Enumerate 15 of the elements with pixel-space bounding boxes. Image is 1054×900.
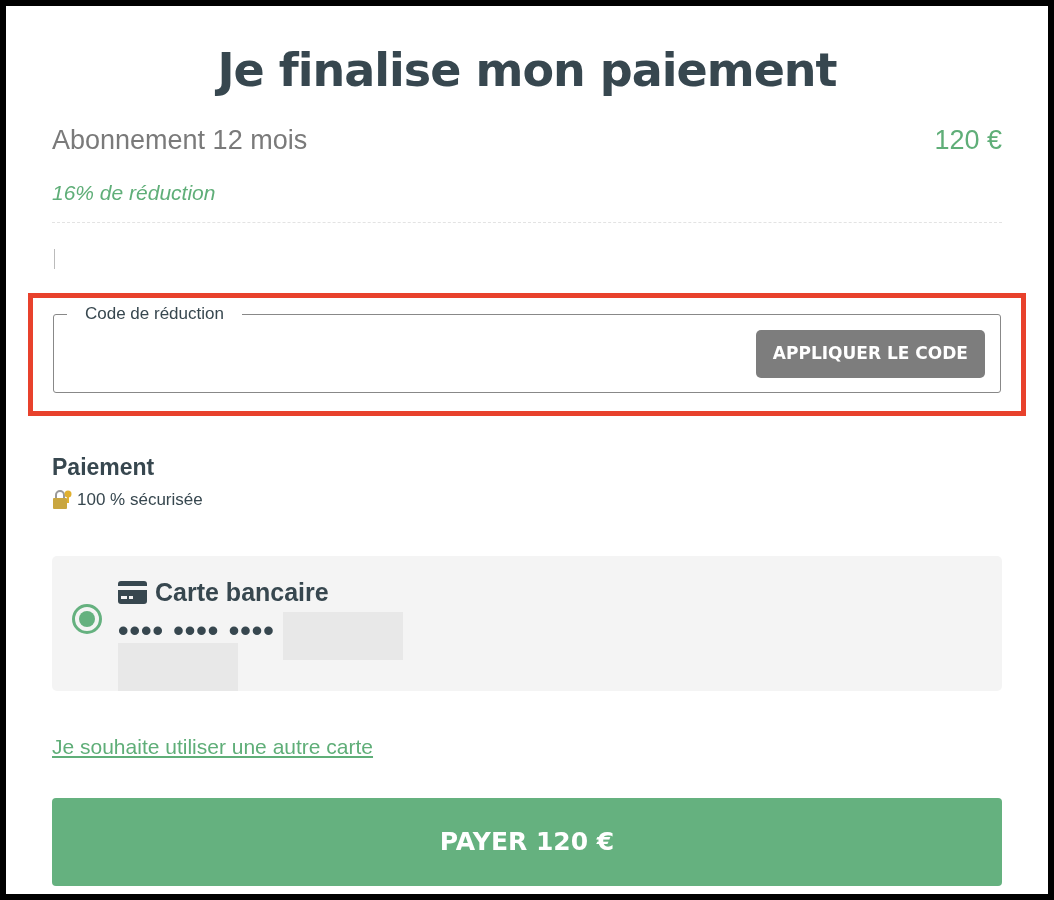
lock-icon bbox=[52, 488, 73, 510]
plan-price: 120 € bbox=[934, 124, 1002, 157]
masked-card-number: •••• •••• •••• bbox=[118, 615, 275, 646]
page-title: Je finalise mon paiement bbox=[214, 42, 838, 98]
radio-button[interactable] bbox=[72, 604, 102, 634]
text-cursor bbox=[54, 249, 55, 269]
pay-button[interactable]: PAYER 120 € bbox=[52, 798, 1002, 886]
other-card-link[interactable]: Je souhaite utiliser une autre carte bbox=[52, 730, 374, 762]
plan-name: Abonnement 12 mois bbox=[52, 124, 308, 157]
method-label: Carte bancaire bbox=[155, 577, 329, 608]
discount-text: 16% de réduction bbox=[52, 179, 216, 206]
payment-heading: Paiement bbox=[52, 453, 155, 482]
payment-method-card[interactable]: Carte bancaire •••• •••• •••• bbox=[52, 556, 1002, 691]
security-text: 100 % sécurisée bbox=[77, 488, 203, 511]
credit-card-icon bbox=[118, 581, 147, 605]
